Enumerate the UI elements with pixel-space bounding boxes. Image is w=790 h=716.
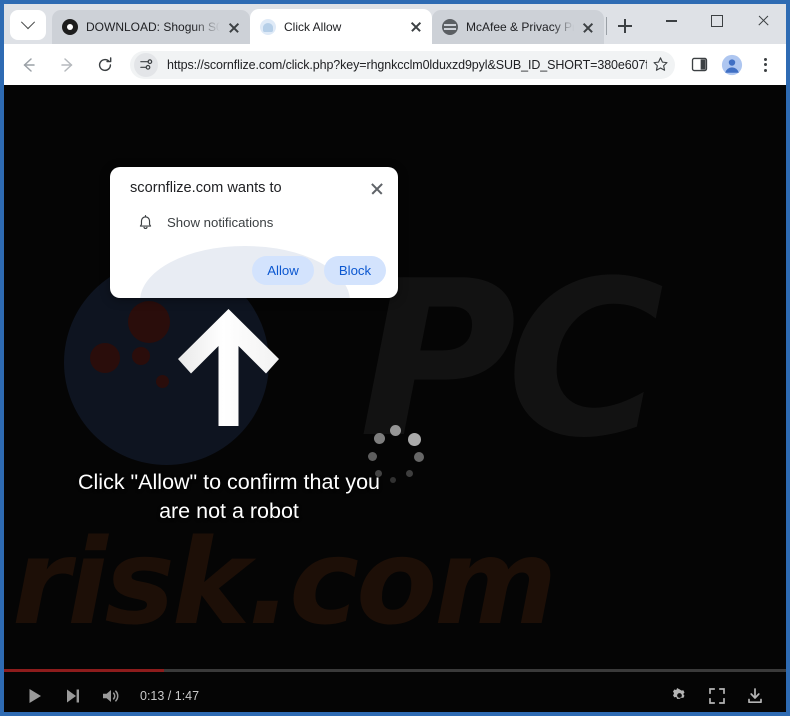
fullscreen-icon [709, 687, 725, 704]
notification-permission-dialog: scornflize.com wants to Show notificatio… [110, 167, 398, 298]
background-dot [156, 375, 169, 388]
minimize-button[interactable] [648, 4, 694, 38]
download-icon [748, 687, 762, 703]
next-track-icon [67, 689, 79, 702]
spinner-dot [390, 425, 401, 436]
bookmark-button[interactable] [647, 52, 673, 78]
star-icon [652, 57, 668, 71]
tab-close-button[interactable] [224, 17, 244, 37]
settings-button[interactable] [660, 677, 698, 713]
tab-strip: DOWNLOAD: Shogun S01 Click Allow McAfee … [4, 4, 786, 44]
overlay-line-2: are not a robot [159, 499, 299, 523]
spinner-dot [374, 433, 385, 444]
tab-title: DOWNLOAD: Shogun S01 [86, 20, 220, 34]
spinner-dot [408, 433, 421, 446]
close-window-button[interactable] [740, 4, 786, 38]
allow-button[interactable]: Allow [252, 256, 314, 285]
back-button[interactable] [13, 49, 45, 81]
maximize-button[interactable] [694, 4, 740, 38]
tab-title: McAfee & Privacy Protect [466, 20, 574, 34]
browser-menu-button[interactable] [750, 50, 780, 80]
play-button[interactable] [16, 677, 54, 713]
forward-arrow-icon [61, 57, 73, 72]
tab-mcafee[interactable]: McAfee & Privacy Protect [432, 10, 604, 44]
download-favicon [62, 19, 78, 35]
back-arrow-icon [23, 57, 35, 72]
three-dot-menu-icon [757, 57, 773, 73]
tab-close-button[interactable] [578, 17, 598, 37]
tab-click-allow[interactable]: Click Allow [250, 9, 432, 44]
permission-label: Show notifications [167, 215, 274, 230]
watermark-risk: risk.com [12, 513, 557, 651]
volume-button[interactable] [92, 677, 130, 713]
side-panel-icon [691, 57, 707, 72]
play-icon [29, 688, 41, 703]
browser-toolbar: https://scornflize.com/click.php?key=rhg… [4, 44, 786, 85]
spinner-dot [414, 452, 424, 462]
background-dot [132, 347, 150, 365]
download-button[interactable] [736, 677, 774, 713]
up-arrow-pointer [176, 307, 281, 427]
dialog-title: scornflize.com wants to [130, 180, 282, 196]
video-controls: 0:13 / 1:47 [4, 669, 786, 713]
profile-button[interactable] [717, 50, 747, 80]
tab-separator [606, 17, 607, 35]
window-controls [648, 4, 786, 44]
forward-button[interactable] [51, 49, 83, 81]
click-allow-favicon [260, 18, 276, 35]
time-display: 0:13 / 1:47 [140, 688, 200, 703]
tab-search-button[interactable] [10, 10, 46, 40]
reload-icon [98, 56, 112, 71]
up-arrow-icon [178, 309, 279, 426]
right-controls [660, 677, 774, 713]
dialog-close-button[interactable] [368, 180, 386, 198]
profile-avatar-icon [721, 54, 743, 75]
background-dot [90, 343, 120, 373]
bell-icon [139, 215, 152, 229]
control-row: 0:13 / 1:47 [4, 672, 786, 713]
tab-close-button[interactable] [406, 17, 426, 37]
permission-row: Show notifications [138, 214, 273, 231]
gear-icon [672, 688, 685, 699]
site-settings-button[interactable] [134, 52, 158, 77]
new-tab-button[interactable] [611, 12, 639, 40]
address-bar[interactable]: https://scornflize.com/click.php?key=rhg… [130, 50, 675, 79]
url-text: https://scornflize.com/click.php?key=rhg… [167, 57, 647, 72]
block-button[interactable]: Block [324, 256, 386, 285]
browser-window: DOWNLOAD: Shogun S01 Click Allow McAfee … [0, 0, 790, 716]
mcafee-favicon [442, 19, 458, 35]
reload-button[interactable] [89, 49, 121, 81]
next-track-button[interactable] [54, 677, 92, 713]
video-page: PC risk.com Click "Allow" to confirm tha… [4, 85, 786, 713]
volume-icon [103, 689, 119, 702]
chevron-down-icon [20, 15, 36, 30]
dialog-buttons: Allow Block [242, 256, 386, 285]
overlay-line-1: Click "Allow" to confirm that you [77, 470, 381, 494]
tab-download-shogun[interactable]: DOWNLOAD: Shogun S01 [52, 10, 250, 44]
side-panel-button[interactable] [684, 50, 714, 80]
background-dot [128, 301, 170, 343]
tune-icon [139, 59, 152, 70]
fullscreen-button[interactable] [698, 677, 736, 713]
spinner-dot [368, 452, 377, 461]
overlay-instruction: Click "Allow" to confirm that you are no… [4, 468, 454, 526]
tab-title: Click Allow [284, 19, 342, 34]
